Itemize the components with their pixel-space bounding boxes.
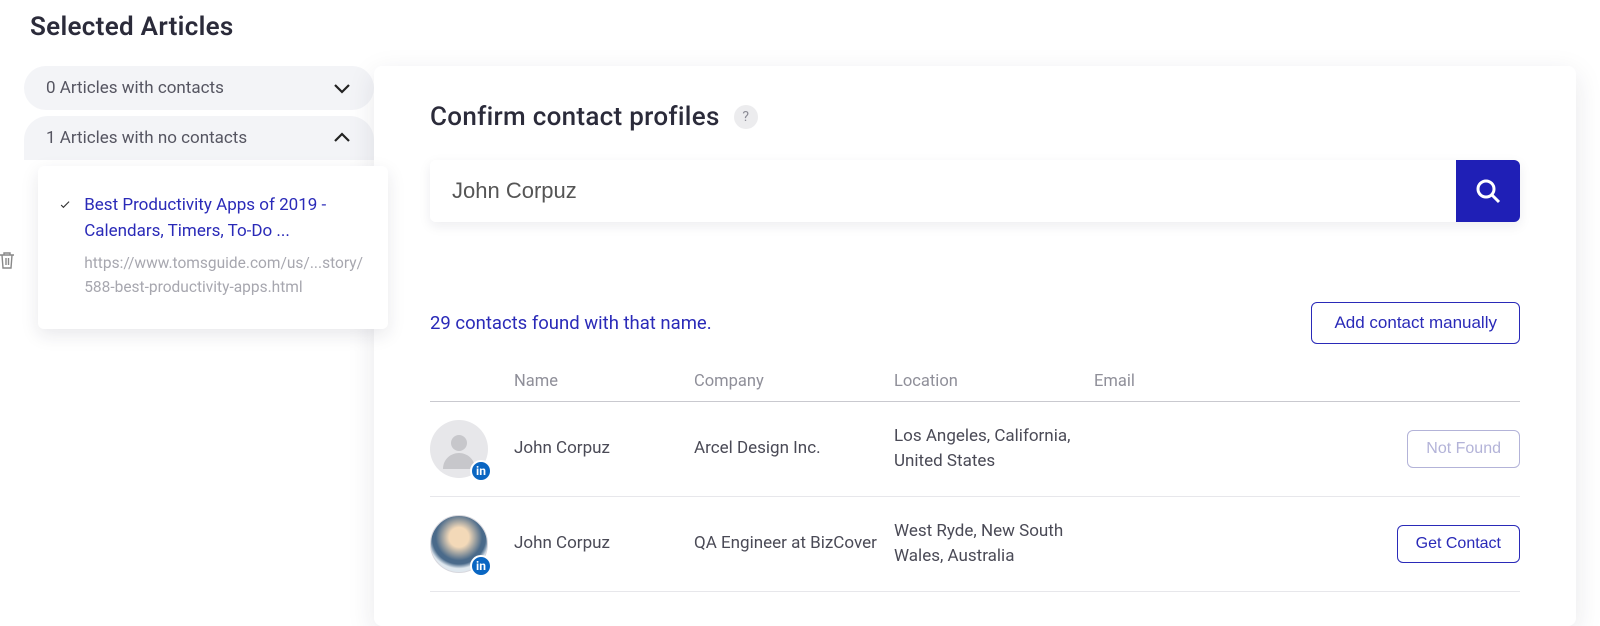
get-contact-button[interactable]: Get Contact	[1397, 525, 1520, 563]
panel-title: Confirm contact profiles	[430, 102, 720, 132]
cell-name: John Corpuz	[514, 436, 694, 462]
column-email: Email	[1094, 372, 1390, 391]
main-panel: Confirm contact profiles ? 29 contacts f…	[374, 66, 1576, 626]
cell-location: Los Angeles, California, United States	[894, 424, 1094, 475]
search-icon	[1474, 177, 1502, 205]
sidebar: 0 Articles with contacts 1 Articles with…	[24, 66, 374, 329]
add-contact-manually-button[interactable]: Add contact manually	[1311, 302, 1520, 344]
cell-company: QA Engineer at BizCover	[694, 531, 894, 557]
article-url: https://www.tomsguide.com/us/...story/58…	[84, 251, 366, 299]
page-title: Selected Articles	[24, 12, 1576, 42]
check-icon	[60, 198, 70, 212]
sidebar-section-no-contacts[interactable]: 1 Articles with no contacts	[24, 116, 374, 160]
sidebar-section-label: 1 Articles with no contacts	[46, 128, 247, 148]
results-count-text: 29 contacts found with that name.	[430, 312, 712, 334]
avatar: in	[430, 515, 488, 573]
avatar: in	[430, 420, 488, 478]
sidebar-section-with-contacts[interactable]: 0 Articles with contacts	[24, 66, 374, 110]
not-found-button: Not Found	[1407, 430, 1520, 468]
column-company: Company	[694, 372, 894, 391]
table-row: in John CorpuzQA Engineer at BizCoverWest…	[430, 497, 1520, 592]
search-input[interactable]	[430, 160, 1456, 222]
chevron-up-icon	[332, 131, 352, 145]
cell-company: Arcel Design Inc.	[694, 436, 894, 462]
delete-article-button[interactable]	[0, 250, 16, 274]
sidebar-section-label: 0 Articles with contacts	[46, 78, 224, 98]
article-card: Best Productivity Apps of 2019 - Calenda…	[38, 166, 388, 329]
search-bar	[430, 160, 1520, 222]
search-button[interactable]	[1456, 160, 1520, 222]
linkedin-icon[interactable]: in	[470, 460, 492, 482]
linkedin-icon[interactable]: in	[470, 555, 492, 577]
column-name: Name	[514, 372, 694, 391]
cell-location: West Ryde, New South Wales, Australia	[894, 519, 1094, 570]
table-header: Name Company Location Email	[430, 372, 1520, 402]
trash-icon	[0, 250, 16, 270]
chevron-down-icon	[332, 81, 352, 95]
contacts-table: Name Company Location Email in John Corpu…	[430, 372, 1520, 592]
cell-name: John Corpuz	[514, 531, 694, 557]
help-icon[interactable]: ?	[734, 105, 758, 129]
article-title-link[interactable]: Best Productivity Apps of 2019 - Calenda…	[84, 192, 366, 245]
column-location: Location	[894, 372, 1094, 391]
table-row: in John CorpuzArcel Design Inc.Los Angele…	[430, 402, 1520, 497]
